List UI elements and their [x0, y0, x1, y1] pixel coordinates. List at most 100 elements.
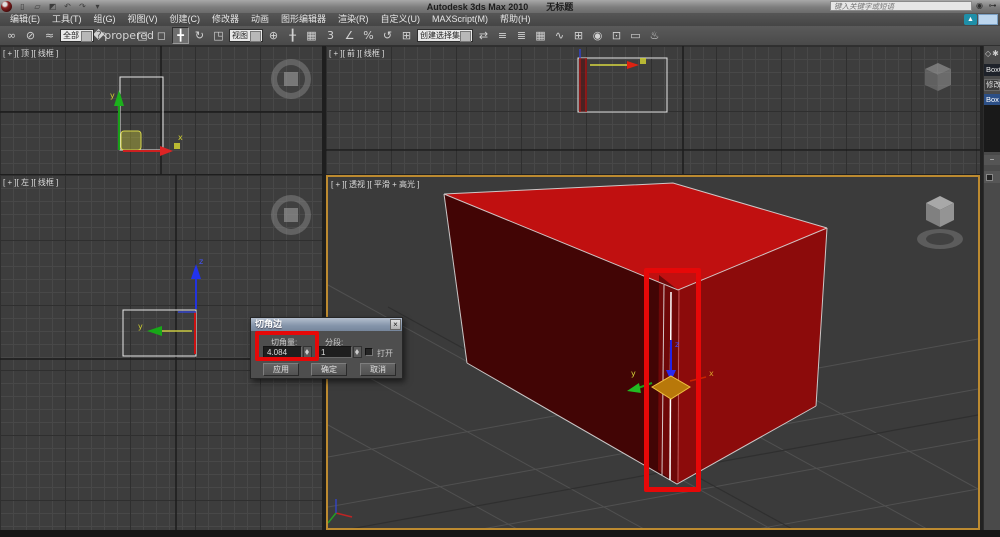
- render-production-icon[interactable]: ♨: [646, 27, 663, 44]
- named-selection-sets-dropdown[interactable]: 创建选择集: [417, 29, 473, 42]
- viewport-top-label[interactable]: [ + ][ 顶 ][ 线框 ]: [3, 48, 58, 59]
- edit-named-selection-sets-icon[interactable]: ⊞: [398, 27, 415, 44]
- menu-animation[interactable]: 动画: [245, 13, 275, 26]
- subscription-key-icon[interactable]: ⊶: [987, 1, 998, 11]
- menu-rendering[interactable]: 渲染(R): [332, 13, 375, 26]
- menu-modifiers[interactable]: 修改器: [206, 13, 245, 26]
- stack-toolbar[interactable]: −: [984, 155, 1000, 165]
- segments-field[interactable]: 1: [317, 346, 352, 358]
- viewcube-ghost-front[interactable]: [925, 63, 951, 91]
- document-title: 无标题: [546, 2, 573, 12]
- qat-dropdown-icon[interactable]: ▾: [91, 1, 104, 12]
- segments-spinner[interactable]: [353, 346, 362, 358]
- rollout-checkbox[interactable]: [986, 174, 993, 181]
- rollout-header[interactable]: [984, 171, 1000, 183]
- main-toolbar: ∞⊘≈全部↖�propered□◻╋↻◳视图⊕╂▦3∠%↺⊞创建选择集⇄≡≣▦∿…: [0, 26, 1000, 46]
- menu-graph-editors[interactable]: 图形编辑器: [275, 13, 332, 26]
- cancel-button[interactable]: 取消: [360, 363, 396, 376]
- save-file-icon[interactable]: ◩: [46, 1, 59, 12]
- svg-text:y: y: [631, 369, 636, 378]
- help-badge[interactable]: [978, 14, 998, 25]
- chamfer-amount-spinner[interactable]: [303, 346, 312, 358]
- modifier-list-dropdown[interactable]: 修改器列表: [984, 79, 1000, 91]
- infocenter-search-input[interactable]: [830, 1, 972, 11]
- viewport-perspective-label[interactable]: [ + ][ 透视 ][ 平滑 + 高光 ]: [331, 179, 419, 190]
- menu-customize[interactable]: 自定义(U): [375, 13, 427, 26]
- select-and-scale-icon[interactable]: ◳: [210, 27, 227, 44]
- viewport-perspective-canvas: z y x: [328, 177, 978, 528]
- apply-button[interactable]: 应用: [263, 363, 299, 376]
- undo-icon[interactable]: ↶: [61, 1, 74, 12]
- ok-button[interactable]: 确定: [311, 363, 347, 376]
- menu-bar: 编辑(E)工具(T)组(G)视图(V)创建(C)修改器动画图形编辑器渲染(R)自…: [0, 13, 1000, 26]
- material-editor-icon[interactable]: ◉: [589, 27, 606, 44]
- select-and-link-icon[interactable]: ∞: [3, 27, 20, 44]
- viewport-top[interactable]: [ + ][ 顶 ][ 线框 ] y x: [0, 46, 322, 174]
- dialog-title-bar[interactable]: 切角边: [251, 318, 402, 331]
- menu-help[interactable]: 帮助(H): [494, 13, 537, 26]
- search-binoculars-icon[interactable]: ◉: [974, 1, 985, 11]
- viewport-front-label[interactable]: [ + ][ 前 ][ 线框 ]: [329, 48, 384, 59]
- modify-tab-icon[interactable]: ✱: [992, 49, 999, 58]
- menu-views[interactable]: 视图(V): [122, 13, 164, 26]
- object-name-field[interactable]: Box01: [984, 64, 1000, 76]
- keyboard-shortcut-override-icon[interactable]: ▦: [303, 27, 320, 44]
- select-and-rotate-icon[interactable]: ↻: [191, 27, 208, 44]
- communication-center: ▲: [964, 14, 998, 25]
- percent-snap-toggle-icon[interactable]: %: [360, 27, 377, 44]
- selection-filter-dropdown[interactable]: 全部: [60, 29, 94, 42]
- viewport-top-canvas: y x: [0, 46, 322, 174]
- graphite-modeling-tools-icon[interactable]: ▦: [532, 27, 549, 44]
- chamfer-amount-field[interactable]: 4.084: [263, 346, 302, 358]
- manage-layers-icon[interactable]: ≣: [513, 27, 530, 44]
- create-tab-icon[interactable]: ◇: [985, 49, 991, 58]
- menu-tools[interactable]: 工具(T): [46, 13, 88, 26]
- chamfer-edge-dialog: 切角边 × 切角量: 分段: 4.084 1 打开 应用 确定 取消: [250, 317, 403, 379]
- menu-create[interactable]: 创建(C): [164, 13, 207, 26]
- box-front-view[interactable]: [578, 58, 667, 112]
- snaps-toggle-icon[interactable]: 3: [322, 27, 339, 44]
- rendered-frame-window-icon[interactable]: ▭: [627, 27, 644, 44]
- spinner-snap-toggle-icon[interactable]: ↺: [379, 27, 396, 44]
- menu-edit[interactable]: 编辑(E): [4, 13, 46, 26]
- curve-editor-icon[interactable]: ∿: [551, 27, 568, 44]
- select-and-move-icon[interactable]: ╋: [172, 27, 189, 44]
- use-pivot-point-center-icon[interactable]: ⊕: [265, 27, 282, 44]
- move-gizmo-left-view[interactable]: z y: [138, 257, 203, 336]
- redo-icon[interactable]: ↷: [76, 1, 89, 12]
- render-setup-icon[interactable]: ⊡: [608, 27, 625, 44]
- bind-to-space-warp-icon[interactable]: ≈: [41, 27, 58, 44]
- world-axis-tripod: [328, 499, 352, 523]
- window-crossing-toggle-icon[interactable]: ◻: [153, 27, 170, 44]
- viewport-front[interactable]: [ + ][ 前 ][ 线框 ]: [326, 46, 980, 174]
- app-logo-icon[interactable]: [1, 1, 12, 12]
- new-scene-icon[interactable]: ▯: [16, 1, 29, 12]
- dialog-close-button[interactable]: ×: [390, 319, 401, 330]
- viewcube-perspective[interactable]: [917, 196, 963, 249]
- viewport-perspective[interactable]: [ + ][ 透视 ][ 平滑 + 高光 ]: [326, 175, 980, 530]
- svg-text:z: z: [675, 340, 679, 349]
- select-and-manipulate-icon[interactable]: ╂: [284, 27, 301, 44]
- viewport-left-label[interactable]: [ + ][ 左 ][ 线框 ]: [3, 177, 58, 188]
- modifier-stack-item[interactable]: Box: [984, 94, 1000, 105]
- move-gizmo-front-view[interactable]: [580, 49, 646, 69]
- box-top-view[interactable]: [120, 77, 163, 150]
- reference-coordinate-system-dropdown[interactable]: 视图: [229, 29, 263, 42]
- select-by-name-icon[interactable]: �propered: [115, 27, 132, 44]
- modifier-stack-list[interactable]: Box: [984, 94, 1000, 152]
- angle-snap-toggle-icon[interactable]: ∠: [341, 27, 358, 44]
- infocenter: ◉ ⊶: [830, 1, 998, 11]
- box-object[interactable]: [444, 183, 827, 484]
- rectangular-selection-region-icon[interactable]: □: [134, 27, 151, 44]
- svg-text:z: z: [199, 257, 203, 266]
- quick-access-toolbar: ▯▱◩↶↷▾: [15, 1, 105, 12]
- menu-maxscript[interactable]: MAXScript(M): [426, 13, 494, 26]
- unlink-selection-icon[interactable]: ⊘: [22, 27, 39, 44]
- mirror-icon[interactable]: ⇄: [475, 27, 492, 44]
- open-checkbox[interactable]: [365, 348, 373, 356]
- open-file-icon[interactable]: ▱: [31, 1, 44, 12]
- communication-center-icon[interactable]: ▲: [964, 14, 977, 25]
- menu-group[interactable]: 组(G): [88, 13, 122, 26]
- schematic-view-icon[interactable]: ⊞: [570, 27, 587, 44]
- align-icon[interactable]: ≡: [494, 27, 511, 44]
